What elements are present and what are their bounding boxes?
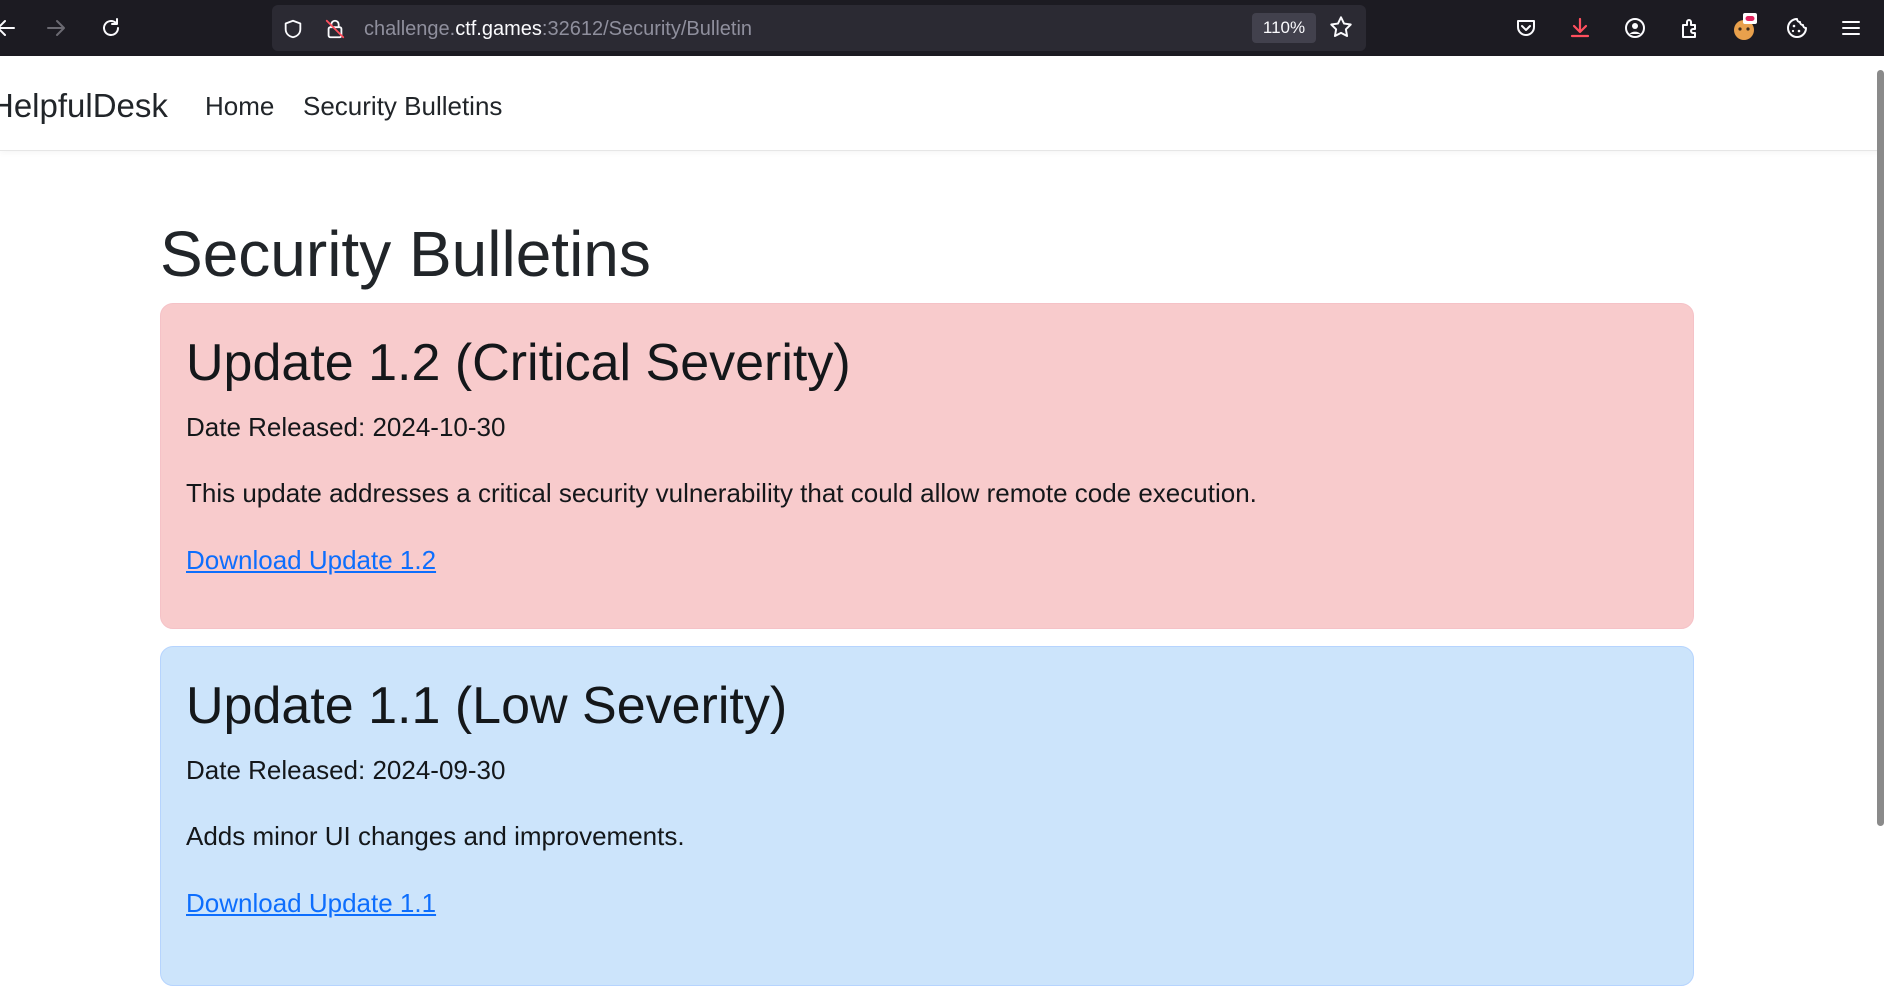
site-navbar: HelpfulDesk Home Security Bulletins [0,56,1884,151]
insecure-lock-icon[interactable] [324,18,346,45]
bulletin-date: Date Released: 2024-10-30 [186,412,506,442]
back-arrow-icon[interactable] [0,10,24,46]
account-icon[interactable] [1617,10,1653,46]
zoom-level-badge[interactable]: 110% [1252,13,1316,43]
bulletin-description: This update addresses a critical securit… [186,478,1257,508]
bulletin-title: Update 1.1 (Low Severity) [186,677,788,735]
download-icon[interactable] [1562,10,1598,46]
page-scrollbar[interactable] [1877,70,1884,826]
extensions-icon[interactable] [1672,10,1708,46]
url-text[interactable]: challenge.ctf.games:32612/Security/Bulle… [364,18,752,40]
download-update-link[interactable]: Download Update 1.1 [186,886,436,920]
page-title: Security Bulletins [160,218,651,290]
url-host: ctf.games [455,18,542,40]
shield-icon[interactable] [282,18,304,45]
download-update-link[interactable]: Download Update 1.2 [186,543,436,577]
url-bar[interactable]: challenge.ctf.games:32612/Security/Bulle… [272,5,1366,51]
star-icon[interactable] [1328,14,1354,45]
cookie-icon[interactable] [1779,10,1815,46]
nav-link-security-bulletins[interactable]: Security Bulletins [303,89,502,123]
bulletin-date: Date Released: 2024-09-30 [186,755,506,785]
bulletin-card-low: Update 1.1 (Low Severity) Date Released:… [160,646,1694,986]
browser-toolbar: challenge.ctf.games:32612/Security/Bulle… [0,0,1884,56]
extension-avatar-icon[interactable] [1726,10,1762,46]
nav-link-home[interactable]: Home [205,89,274,123]
forward-arrow-icon[interactable] [38,10,74,46]
url-suffix: :32612/Security/Bulletin [541,18,753,40]
bulletin-title: Update 1.2 (Critical Severity) [186,334,851,392]
pocket-icon[interactable] [1508,10,1544,46]
url-prefix: challenge. [364,18,456,40]
brand-logo-text[interactable]: HelpfulDesk [0,86,168,126]
bulletin-card-critical: Update 1.2 (Critical Severity) Date Rele… [160,303,1694,629]
bulletin-description: Adds minor UI changes and improvements. [186,821,685,851]
hamburger-menu-icon[interactable] [1833,10,1869,46]
reload-icon[interactable] [93,10,129,46]
